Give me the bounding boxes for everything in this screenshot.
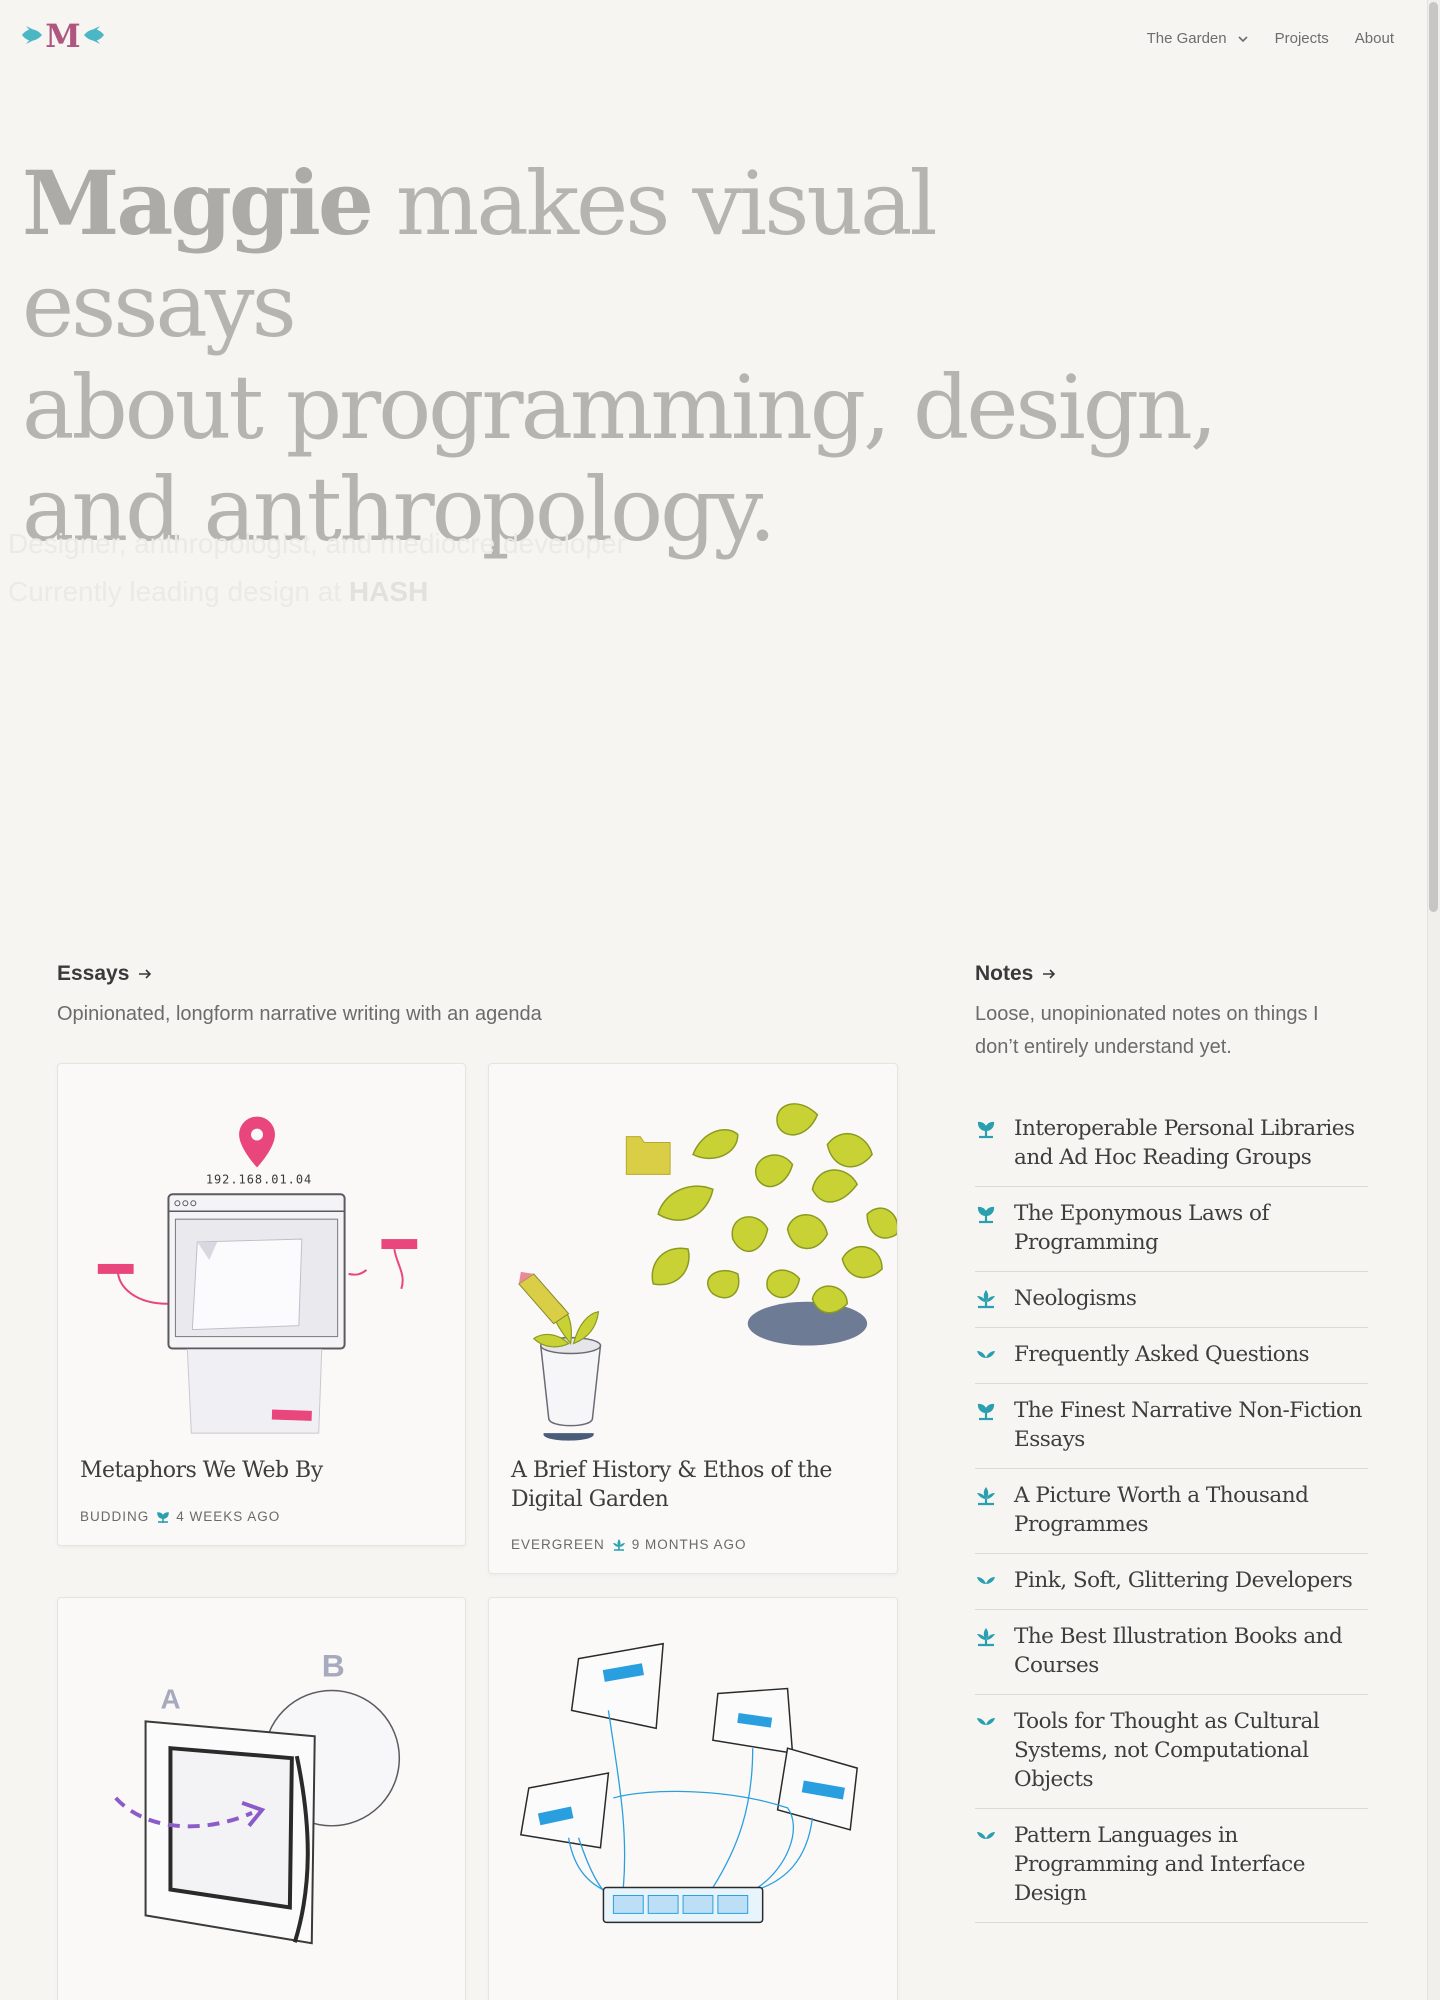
essay-age: 4 weeks ago [176,1509,281,1524]
hero-title-line2: about programming, design, [22,356,1218,459]
budding-sprout-icon [977,1403,995,1421]
note-title: The Best Illustration Books and Courses [1014,1624,1343,1678]
nav-about-label: About [1354,30,1394,47]
essay-illustration-portal: B A [114,1648,401,1945]
essay-illustration-browser: 192.168.01.04 [97,1116,418,1434]
evergreen-tree-icon [977,1628,995,1647]
notes-list: Interoperable Personal Libraries and Ad … [975,1102,1368,1923]
nav-the-garden-label: The Garden [1146,30,1227,47]
budding-sprout-icon [157,1511,170,1523]
note-title: Pattern Languages in Programming and Int… [1014,1823,1305,1906]
seedling-icon [977,1718,995,1725]
svg-text:192.168.01.04: 192.168.01.04 [206,1172,312,1186]
hero-title: Maggie makes visual essays about program… [22,152,1222,561]
hero-sub-line1: Designer, anthropologist, and mediocre d… [8,528,626,559]
nav-about[interactable]: About [1355,30,1394,47]
essay-card-metaphors[interactable]: 192.168.01.04 Metaphors We Web By Buddin… [57,1063,466,1546]
note-title: The Finest Narrative Non-Fiction Essays [1014,1398,1362,1452]
hero-sub-line2: Currently leading design at HASH [8,568,626,616]
essay-card-title: Metaphors We Web By [80,1458,323,1483]
essay-card-ab[interactable]: B A [57,1597,466,2000]
essay-card-title: A Brief History & Ethos of the Digital G… [511,1458,832,1512]
budding-sprout-icon [977,1206,995,1224]
note-title: The Eponymous Laws of Programming [1014,1201,1269,1255]
nav-projects-label: Projects [1274,30,1329,47]
note-title: Pink, Soft, Glittering Developers [1014,1568,1353,1593]
growth-stage: Evergreen [511,1537,605,1552]
notes-heading[interactable]: Notes [975,962,1057,986]
budding-sprout-icon [977,1121,995,1139]
note-item[interactable]: The Finest Narrative Non-Fiction Essays [975,1384,1368,1469]
note-item[interactable]: Neologisms [975,1272,1368,1328]
note-title: Frequently Asked Questions [1014,1342,1310,1367]
seedling-icon [977,1351,995,1358]
note-item[interactable]: Interoperable Personal Libraries and Ad … [975,1102,1368,1187]
arrow-right-icon [1043,969,1056,979]
notes-heading-label: Notes [975,962,1034,985]
seedling-icon [977,1577,995,1584]
note-title: Neologisms [1014,1286,1137,1311]
chevron-down-icon [1238,35,1248,42]
scrollbar-track[interactable] [1427,0,1440,2000]
essay-card-meta: Budding 4 weeks ago [80,1509,280,1524]
essays-heading-label: Essays [57,962,130,985]
nav-projects[interactable]: Projects [1275,30,1329,47]
site-header: M The Garden Projects About [0,0,1425,78]
note-item[interactable]: Pink, Soft, Glittering Developers [975,1554,1368,1610]
essay-age: 9 months ago [631,1537,747,1552]
hero-name: Maggie [22,151,374,255]
essays-heading[interactable]: Essays [57,962,153,986]
note-item[interactable]: A Picture Worth a Thousand Programmes [975,1469,1368,1554]
main-nav: The Garden Projects About [1121,30,1394,47]
essay-card-meta: Evergreen 9 months ago [511,1537,747,1552]
essay-card-digital-garden[interactable]: A Brief History & Ethos of the Digital G… [488,1063,898,1574]
note-title: Interoperable Personal Libraries and Ad … [1014,1116,1355,1170]
nav-the-garden[interactable]: The Garden [1147,30,1249,47]
essay-illustration-plant [518,1103,897,1441]
essays-description: Opinionated, longform narrative writing … [57,1003,542,1025]
evergreen-tree-icon [612,1538,625,1551]
evergreen-tree-icon [977,1290,995,1309]
note-item[interactable]: Pattern Languages in Programming and Int… [975,1809,1368,1923]
essay-card-screens[interactable] [488,1597,898,2000]
site-logo[interactable]: M [20,17,106,53]
note-item[interactable]: The Eponymous Laws of Programming [975,1187,1368,1272]
note-title: A Picture Worth a Thousand Programmes [1014,1483,1309,1537]
svg-text:A: A [160,1683,180,1714]
note-item[interactable]: Frequently Asked Questions [975,1328,1368,1384]
growth-stage: Budding [80,1509,150,1524]
note-item[interactable]: Tools for Thought as Cultural Systems, n… [975,1695,1368,1809]
evergreen-tree-icon [977,1487,995,1506]
svg-text:B: B [322,1648,345,1684]
notes-description: Loose, unopinionated notes on things I d… [975,1003,1319,1058]
hero-sub-line2-prefix: Currently leading design at [8,576,349,607]
seedling-icon [977,1832,995,1839]
note-item[interactable]: The Best Illustration Books and Courses [975,1610,1368,1695]
arrow-right-icon [139,969,152,979]
map-pin-icon [239,1116,275,1168]
note-title: Tools for Thought as Cultural Systems, n… [1014,1709,1320,1792]
scrollbar-thumb[interactable] [1429,2,1438,912]
hero-subtitle: Designer, anthropologist, and mediocre d… [8,520,626,616]
hash-link[interactable]: HASH [349,576,428,607]
logo-letter: M [45,17,80,53]
essay-illustration-network [519,1642,859,1924]
